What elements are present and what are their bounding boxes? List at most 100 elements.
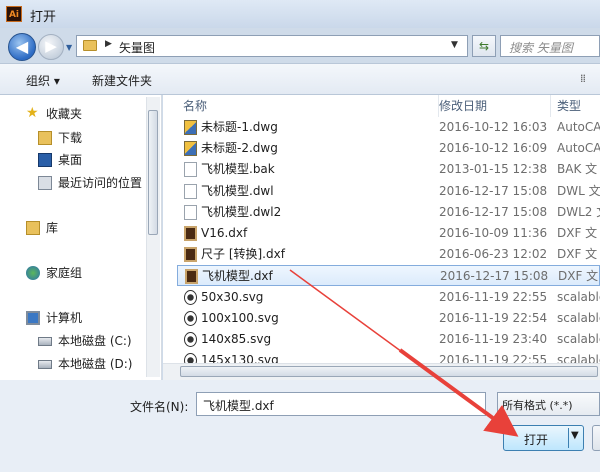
- file-date: 2016-12-17 15:08: [439, 183, 548, 198]
- file-list: 名称 修改日期 类型 未标题-1.dwg 2016-10-12 16:03 Auto…: [163, 95, 600, 380]
- back-arrow-icon: ◀: [15, 37, 29, 56]
- file-type: AutoCA: [557, 141, 600, 156]
- nav-scrollbar-thumb[interactable]: [148, 110, 158, 235]
- file-row[interactable]: 未标题-2.dwg 2016-10-12 16:09 AutoCA: [177, 138, 600, 159]
- svg-file-icon: [184, 332, 197, 347]
- open-button-divider: [568, 428, 569, 448]
- nav-item-label: 家庭组: [46, 266, 83, 280]
- open-button[interactable]: 打开 ▼: [503, 425, 584, 451]
- refresh-button[interactable]: ⇆: [472, 35, 496, 57]
- file-row[interactable]: V16.dxf 2016-10-09 11:36 DXF 文: [177, 223, 600, 244]
- file-name: 50x30.svg: [201, 289, 264, 304]
- cancel-button[interactable]: [592, 425, 600, 451]
- drive-icon: [38, 337, 52, 346]
- column-header-name[interactable]: 名称: [177, 95, 439, 117]
- library-icon: [26, 221, 40, 235]
- download-folder-icon: [38, 131, 52, 145]
- file-type: DWL2 文: [557, 204, 600, 219]
- desktop-icon: [38, 153, 52, 167]
- file-name: V16.dxf: [201, 226, 248, 240]
- file-date: 2016-11-19 22:55: [439, 289, 548, 304]
- blank-file-icon: [184, 204, 197, 220]
- file-type: BAK 文: [557, 162, 598, 177]
- dwg-file-icon: [184, 120, 197, 135]
- svg-file-icon: [184, 289, 197, 305]
- nav-item-label: 下载: [58, 131, 83, 145]
- breadcrumb-segment[interactable]: 矢量图: [119, 39, 155, 56]
- file-row[interactable]: 140x85.svg 2016-11-19 23:40 scalable: [177, 329, 600, 350]
- folder-icon: [83, 40, 97, 51]
- file-type: DXF 文: [557, 226, 598, 240]
- file-type: AutoCA: [557, 120, 600, 134]
- file-date: 2013-01-15 12:38: [439, 162, 548, 177]
- file-type: DXF 文: [558, 269, 599, 284]
- file-type: DXF 文: [557, 247, 598, 262]
- file-name: 飞机模型.bak: [201, 162, 275, 177]
- file-date: 2016-12-17 15:08: [440, 269, 549, 284]
- file-row-selected[interactable]: 飞机模型.dxf 2016-12-17 15:08 DXF 文: [177, 265, 600, 287]
- file-row[interactable]: 100x100.svg 2016-11-19 22:54 scalable: [177, 308, 600, 329]
- computer-icon: [26, 311, 40, 325]
- forward-arrow-icon: ▶: [45, 37, 57, 55]
- file-row[interactable]: 飞机模型.dwl2 2016-12-17 15:08 DWL2 文: [177, 202, 600, 223]
- filename-value: 飞机模型.dxf: [203, 399, 274, 413]
- refresh-icon: ⇆: [478, 39, 490, 53]
- recent-places-icon: [38, 176, 52, 190]
- horizontal-scrollbar-thumb[interactable]: [180, 366, 598, 377]
- dxf-file-icon: [185, 269, 198, 285]
- file-name: 140x85.svg: [201, 332, 272, 346]
- column-header-type[interactable]: 类型: [551, 95, 600, 117]
- open-button-label: 打开: [523, 433, 548, 447]
- navigation-pane: ★ 收藏夹 下载 桌面 最近访问的位置 库 家庭组 计算机 本地磁盘 (C:) …: [0, 95, 162, 380]
- file-type: scalable: [557, 289, 600, 304]
- filename-input[interactable]: 飞机模型.dxf: [196, 392, 486, 416]
- address-dropdown-icon[interactable]: ▼: [451, 40, 458, 50]
- file-type: scalable: [557, 310, 600, 325]
- search-input[interactable]: 搜索 矢量图: [500, 35, 600, 57]
- file-name: 100x100.svg: [201, 310, 279, 325]
- filetype-value: 所有格式 (*.*): [502, 399, 573, 412]
- title-bar: Ai 打开: [0, 0, 600, 28]
- file-row[interactable]: 50x30.svg 2016-11-19 22:55 scalable: [177, 287, 600, 308]
- nav-item-label: 库: [46, 221, 59, 235]
- nav-item-label: 最近访问的位置: [58, 176, 143, 190]
- forward-button[interactable]: ▶: [38, 34, 64, 60]
- homegroup-icon: [26, 266, 40, 280]
- breadcrumb-chevron-icon[interactable]: ▶: [105, 39, 112, 49]
- recent-pages-dropdown[interactable]: ▼: [66, 43, 72, 52]
- nav-item-label: 本地磁盘 (C:): [58, 334, 132, 348]
- file-name: 飞机模型.dwl2: [201, 204, 282, 219]
- filename-label: 文件名(N):: [130, 400, 189, 414]
- nav-item-label: 本地磁盘 (D:): [58, 357, 133, 371]
- nav-item-label: 计算机: [46, 311, 83, 325]
- file-date: 2016-11-19 22:54: [439, 310, 548, 325]
- search-placeholder: 搜索 矢量图: [509, 41, 573, 55]
- blank-file-icon: [184, 162, 197, 178]
- address-bar[interactable]: ▶ 矢量图 ▼: [76, 35, 468, 57]
- organize-button[interactable]: 组织 ▾: [26, 72, 60, 89]
- file-name: 未标题-1.dwg: [201, 120, 278, 134]
- file-date: 2016-10-09 11:36: [439, 226, 548, 240]
- file-row[interactable]: 飞机模型.dwl 2016-12-17 15:08 DWL 文: [177, 181, 600, 202]
- app-icon: Ai: [6, 6, 22, 22]
- view-options-icon[interactable]: ⁞⁞: [580, 72, 586, 85]
- open-dropdown-icon[interactable]: ▼: [571, 430, 579, 441]
- file-row[interactable]: 飞机模型.bak 2013-01-15 12:38 BAK 文: [177, 159, 600, 180]
- file-type: scalable: [557, 332, 600, 346]
- dxf-file-icon: [184, 226, 197, 241]
- nav-item-label: 收藏夹: [46, 107, 83, 121]
- svg-file-icon: [184, 310, 197, 326]
- column-header-date[interactable]: 修改日期: [433, 95, 551, 117]
- file-row[interactable]: 未标题-1.dwg 2016-10-12 16:03 AutoCA: [177, 117, 600, 138]
- blank-file-icon: [184, 183, 197, 199]
- dxf-file-icon: [184, 247, 197, 263]
- file-name: 飞机模型.dwl: [201, 183, 274, 198]
- filetype-select[interactable]: 所有格式 (*.*): [497, 392, 600, 416]
- new-folder-button[interactable]: 新建文件夹: [92, 72, 152, 89]
- star-icon: ★: [26, 105, 39, 121]
- file-name: 飞机模型.dxf: [202, 269, 273, 284]
- file-date: 2016-10-12 16:03: [439, 120, 548, 134]
- file-row[interactable]: 尺子 [转换].dxf 2016-06-23 12:02 DXF 文: [177, 244, 600, 265]
- back-button[interactable]: ◀: [8, 33, 36, 61]
- file-date: 2016-10-12 16:09: [439, 141, 548, 156]
